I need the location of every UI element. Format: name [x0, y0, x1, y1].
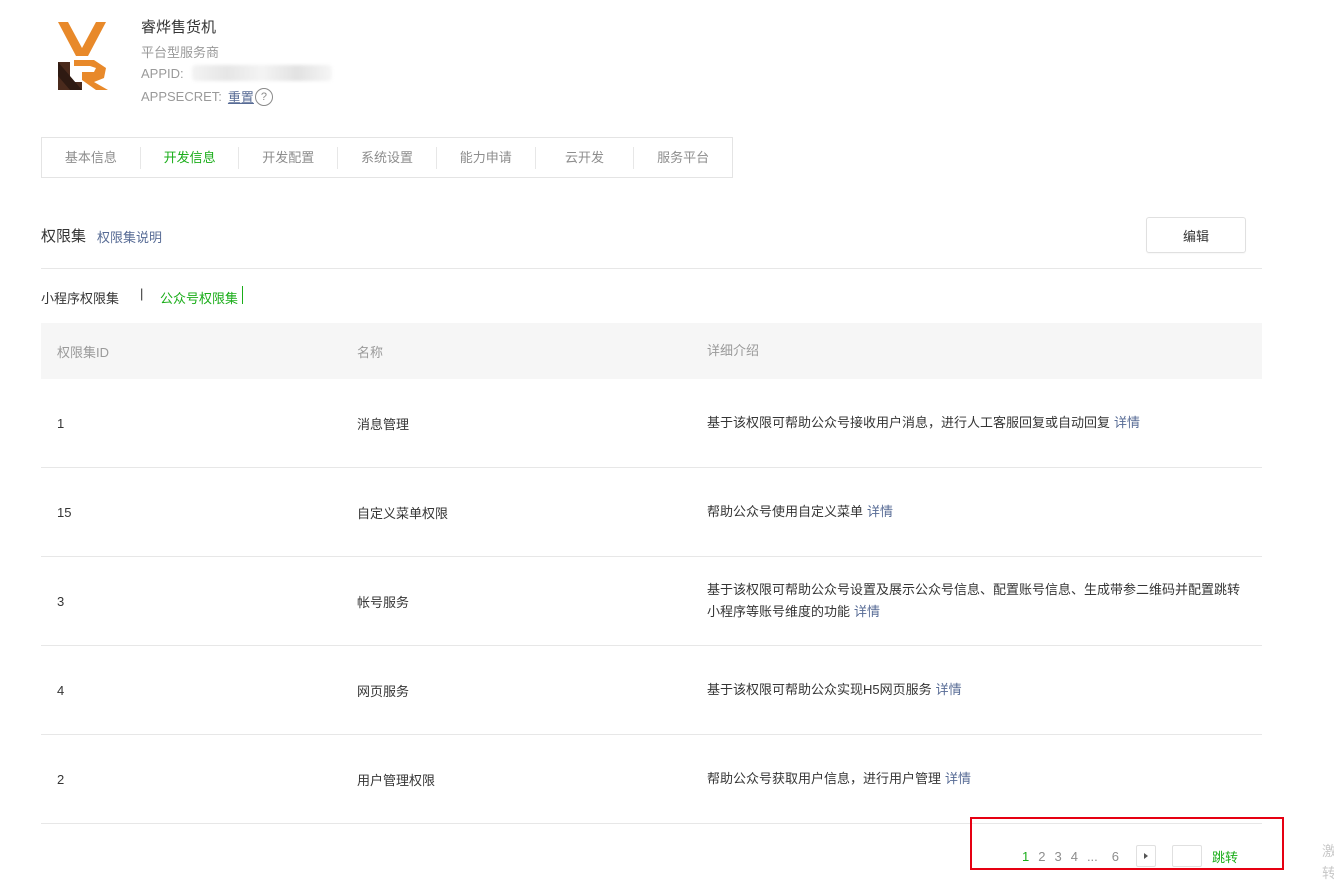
- row-desc-text: 帮助公众号获取用户信息，进行用户管理: [707, 771, 942, 786]
- row-desc-text: 基于该权限可帮助公众号接收用户消息，进行人工客服回复或自动回复: [707, 415, 1111, 430]
- row-name: 帐号服务: [357, 594, 410, 610]
- row-id: 3: [57, 593, 65, 609]
- tab-dev-info[interactable]: 开发信息: [139, 146, 239, 169]
- help-icon[interactable]: ?: [254, 87, 273, 106]
- highlight-annotation-box: [970, 817, 1284, 870]
- table-row: 3 帐号服务 基于该权限可帮助公众号设置及展示公众号信息、配置账号信息、生成带参…: [41, 557, 1262, 646]
- row-name: 网页服务: [357, 683, 410, 699]
- text-cursor: [242, 286, 243, 304]
- permission-table: 权限集ID 名称 详细介绍 1 消息管理 基于该权限可帮助公众号接收用户消息，进…: [41, 323, 1262, 824]
- detail-link[interactable]: 详情: [1114, 415, 1140, 430]
- row-description: 基于该权限可帮助公众号设置及展示公众号信息、配置账号信息、生成带参二维码并配置跳…: [691, 579, 1262, 623]
- app-type: 平台型服务商: [141, 45, 220, 60]
- row-desc-text: 基于该权限可帮助公众实现H5网页服务: [707, 682, 932, 697]
- section-title: 权限集: [41, 228, 87, 245]
- section-divider: [41, 268, 1262, 269]
- edit-button[interactable]: 编辑: [1146, 217, 1246, 253]
- row-name: 自定义菜单权限: [357, 505, 449, 521]
- main-tabs: 基本信息 开发信息 开发配置 系统设置 能力申请 云开发 服务平台: [41, 137, 733, 178]
- table-row: 2 用户管理权限 帮助公众号获取用户信息，进行用户管理 详情: [41, 735, 1262, 824]
- appsecret-row: APPSECRET: 重置 ?: [141, 87, 273, 106]
- row-description: 基于该权限可帮助公众实现H5网页服务 详情: [691, 679, 1262, 701]
- detail-link[interactable]: 详情: [854, 604, 880, 619]
- permission-set-info-link[interactable]: 权限集说明: [97, 227, 162, 246]
- app-name: 睿烨售货机: [141, 19, 217, 36]
- detail-link[interactable]: 详情: [867, 504, 893, 519]
- appid-row: APPID:: [141, 65, 332, 81]
- row-desc-text: 基于该权限可帮助公众号设置及展示公众号信息、配置账号信息、生成带参二维码并配置跳…: [707, 582, 1241, 619]
- subtab-separator: |: [140, 286, 144, 301]
- table-header: 权限集ID 名称 详细介绍: [41, 323, 1262, 379]
- row-name: 用户管理权限: [357, 772, 436, 788]
- row-description: 帮助公众号使用自定义菜单 详情: [691, 501, 1262, 523]
- row-id: 1: [57, 415, 65, 431]
- row-description: 帮助公众号获取用户信息，进行用户管理 详情: [691, 768, 1262, 790]
- detail-link[interactable]: 详情: [945, 771, 971, 786]
- tab-capability-apply[interactable]: 能力申请: [435, 146, 535, 169]
- table-row: 4 网页服务 基于该权限可帮助公众实现H5网页服务 详情: [41, 646, 1262, 735]
- tab-system-settings[interactable]: 系统设置: [337, 146, 436, 169]
- row-description: 基于该权限可帮助公众号接收用户消息，进行人工客服回复或自动回复 详情: [691, 412, 1262, 434]
- tab-cloud-dev[interactable]: 云开发: [534, 146, 634, 169]
- edge-cutoff-text: 激转: [1322, 843, 1334, 881]
- row-name: 消息管理: [357, 416, 410, 432]
- row-id: 15: [57, 504, 72, 520]
- subtab-mini-program[interactable]: 小程序权限集: [41, 288, 119, 307]
- table-row: 15 自定义菜单权限 帮助公众号使用自定义菜单 详情: [41, 468, 1262, 557]
- table-row: 1 消息管理 基于该权限可帮助公众号接收用户消息，进行人工客服回复或自动回复 详情: [41, 379, 1262, 468]
- app-logo: [52, 16, 112, 94]
- row-id: 4: [57, 682, 65, 698]
- tab-dev-config[interactable]: 开发配置: [238, 146, 337, 169]
- tab-basic-info[interactable]: 基本信息: [42, 147, 140, 169]
- detail-link[interactable]: 详情: [936, 682, 962, 697]
- reset-secret-link[interactable]: 重置: [228, 87, 254, 106]
- header-description: 详细介绍: [707, 343, 760, 358]
- appid-redacted-value: [191, 65, 332, 81]
- appsecret-label: APPSECRET:: [141, 89, 222, 104]
- tab-service-platform[interactable]: 服务平台: [633, 146, 732, 169]
- header-name: 名称: [357, 344, 384, 360]
- header-id: 权限集ID: [57, 344, 110, 360]
- row-id: 2: [57, 771, 65, 787]
- subtab-official-account[interactable]: 公众号权限集: [160, 288, 238, 307]
- row-desc-text: 帮助公众号使用自定义菜单: [707, 504, 864, 519]
- appid-label: APPID:: [141, 65, 184, 81]
